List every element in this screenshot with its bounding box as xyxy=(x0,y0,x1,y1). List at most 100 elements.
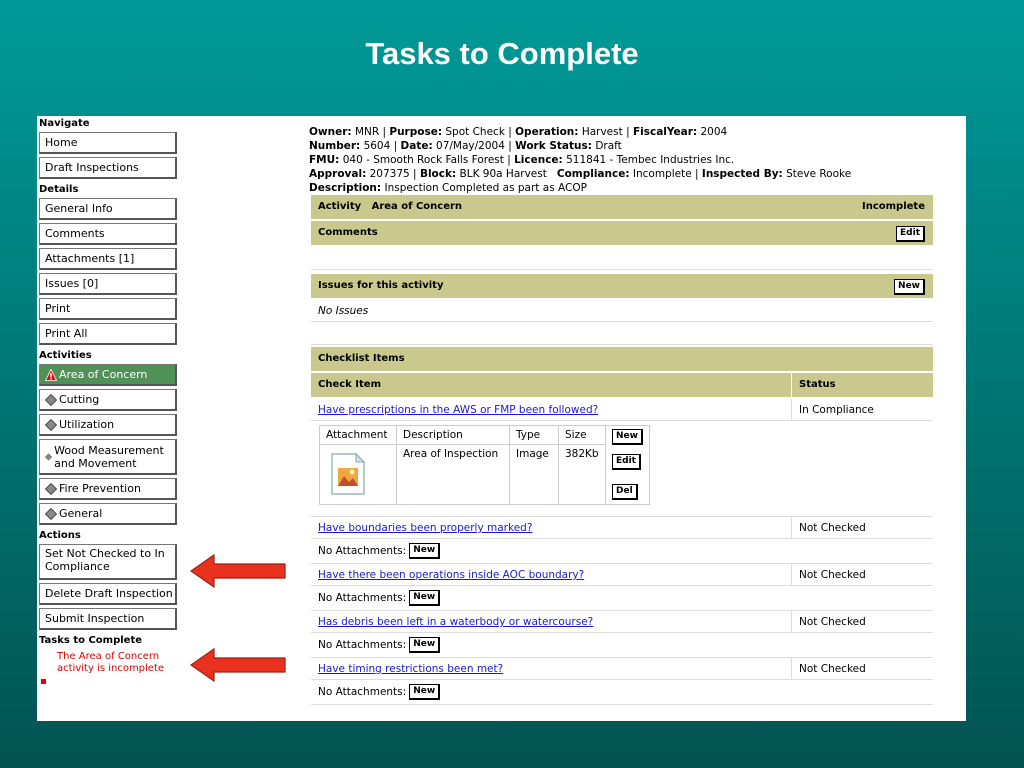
activity-cutting-button[interactable]: Cutting xyxy=(39,389,177,411)
block-value: BLK 90a Harvest xyxy=(459,168,547,180)
inspected-by-value: Steve Rooke xyxy=(786,168,852,180)
issues-new-button[interactable]: New xyxy=(894,279,925,295)
details-general-info-button[interactable]: General Info xyxy=(39,198,177,220)
left-arrow-icon xyxy=(190,648,286,682)
set-not-checked-to-in-compliance-button[interactable]: Set Not Checked to In Compliance xyxy=(39,544,177,580)
activity-label: Area of Concern xyxy=(59,367,148,381)
issues-spacer xyxy=(311,322,933,345)
details-comments-button[interactable]: Comments xyxy=(39,223,177,245)
navigate-heading: Navigate xyxy=(39,118,90,129)
description-header: Description xyxy=(396,425,510,445)
activity-status: Incomplete xyxy=(862,201,925,212)
activity-fire-prevention-button[interactable]: Fire Prevention xyxy=(39,478,177,500)
fiscal-year-value: 2004 xyxy=(700,126,728,138)
check-item-status: Not Checked xyxy=(799,663,866,675)
activity-wood-measurement-button[interactable]: Wood Measurement and Movement xyxy=(39,439,177,475)
purpose-value: Spot Check xyxy=(445,126,505,138)
diamond-icon xyxy=(45,482,57,495)
checklist-row: Have prescriptions in the AWS or FMP bee… xyxy=(311,399,933,421)
delete-draft-inspection-button[interactable]: Delete Draft Inspection xyxy=(39,583,177,605)
comments-edit-button[interactable]: Edit xyxy=(896,226,925,242)
attachment-header: Attachment xyxy=(319,425,397,445)
check-item-link[interactable]: Have timing restrictions been met? xyxy=(318,663,503,675)
number-value: 5604 xyxy=(363,140,391,152)
add-attachment-button[interactable]: New xyxy=(409,543,441,559)
licence-value: 511841 - Tembec Industries Inc. xyxy=(566,154,735,166)
tasks-heading: Tasks to Complete xyxy=(39,635,143,646)
check-item-link[interactable]: Have boundaries been properly marked? xyxy=(318,522,532,534)
nav-home-button[interactable]: Home xyxy=(39,132,177,154)
fmu-value: 040 - Smooth Rock Falls Forest xyxy=(342,154,504,166)
comments-bar: Comments Edit xyxy=(311,221,933,245)
issues-bar: Issues for this activity New xyxy=(311,274,933,298)
no-attachments-row: No Attachments: New xyxy=(311,539,933,564)
activity-utilization-button[interactable]: Utilization xyxy=(39,414,177,436)
diamond-icon xyxy=(45,507,57,520)
date-value: 07/May/2004 xyxy=(436,140,505,152)
diamond-icon xyxy=(45,418,57,431)
tasks-list: The Area of Concern activity is incomple… xyxy=(37,651,177,684)
info-line-1: Owner: MNR | Purpose: Spot Check | Opera… xyxy=(309,126,728,138)
check-item-header: Check Item xyxy=(311,373,792,397)
activity-area-of-concern-button[interactable]: Area of Concern xyxy=(39,364,177,386)
checklist-row: Have there been operations inside AOC bo… xyxy=(311,564,933,586)
image-file-icon[interactable] xyxy=(330,452,366,496)
type-header: Type xyxy=(509,425,559,445)
add-attachment-button[interactable]: New xyxy=(409,590,441,606)
diamond-icon xyxy=(45,452,53,461)
activity-name: Area of Concern xyxy=(371,201,463,212)
attachment-edit-button[interactable]: Edit xyxy=(612,454,641,470)
task-item: The Area of Concern activity is incomple… xyxy=(37,651,167,684)
check-item-link[interactable]: Have prescriptions in the AWS or FMP bee… xyxy=(318,404,598,416)
main-panel: Activity Area of Concern Incomplete Comm… xyxy=(311,195,933,705)
add-attachment-button[interactable]: New xyxy=(409,637,441,653)
attachment-delete-button[interactable]: Del xyxy=(612,484,638,500)
warning-icon xyxy=(45,368,57,381)
details-attachments-button[interactable]: Attachments [1] xyxy=(39,248,177,270)
info-line-3: FMU: 040 - Smooth Rock Falls Forest | Li… xyxy=(309,154,735,166)
activity-label: Cutting xyxy=(59,392,100,406)
owner-value: MNR xyxy=(354,126,380,138)
info-line-4: Approval: 207375 | Block: BLK 90a Harves… xyxy=(309,168,852,180)
attachment-panel: Attachment Description Type Size New Edi… xyxy=(311,421,933,517)
operation-value: Harvest xyxy=(581,126,623,138)
check-item-link[interactable]: Has debris been left in a waterbody or w… xyxy=(318,616,593,628)
check-item-status: In Compliance xyxy=(799,404,874,416)
activity-bar: Activity Area of Concern Incomplete xyxy=(311,195,933,219)
check-item-link[interactable]: Have there been operations inside AOC bo… xyxy=(318,569,584,581)
no-attachments-row: No Attachments: New xyxy=(311,586,933,611)
activity-label: Fire Prevention xyxy=(59,481,141,495)
compliance-value: Incomplete xyxy=(632,168,692,180)
check-item-status: Not Checked xyxy=(799,569,866,581)
nav-draft-inspections-button[interactable]: Draft Inspections xyxy=(39,157,177,179)
slide-title: Tasks to Complete xyxy=(365,36,639,71)
checklist-row: Has debris been left in a waterbody or w… xyxy=(311,611,933,633)
no-issues-row: No Issues xyxy=(311,300,933,322)
attachment-new-button[interactable]: New xyxy=(612,429,643,445)
status-header: Status xyxy=(799,379,836,390)
inspection-info: Owner: MNR | Purpose: Spot Check | Opera… xyxy=(309,125,949,195)
app-screenshot: Navigate Home Draft Inspections Details … xyxy=(37,116,966,721)
comments-empty-row xyxy=(311,247,933,270)
diamond-icon xyxy=(45,393,57,406)
details-heading: Details xyxy=(39,184,79,195)
no-attachments-row: No Attachments: New xyxy=(311,680,933,705)
attachment-description: Area of Inspection xyxy=(396,444,510,505)
activity-label: Utilization xyxy=(59,417,115,431)
info-line-5: Description: Inspection Completed as par… xyxy=(309,182,587,194)
details-print-all-button[interactable]: Print All xyxy=(39,323,177,345)
description-value: Inspection Completed as part as ACOP xyxy=(384,182,587,194)
sidebar: Navigate Home Draft Inspections Details … xyxy=(37,116,177,684)
activity-general-button[interactable]: General xyxy=(39,503,177,525)
left-arrow-icon xyxy=(190,554,286,588)
checklist-row: Have timing restrictions been met? Not C… xyxy=(311,658,933,680)
checklist-row: Have boundaries been properly marked? No… xyxy=(311,517,933,539)
details-issues-button[interactable]: Issues [0] xyxy=(39,273,177,295)
work-status-value: Draft xyxy=(595,140,622,152)
activity-label: Wood Measurement and Movement xyxy=(54,443,164,470)
details-print-button[interactable]: Print xyxy=(39,298,177,320)
add-attachment-button[interactable]: New xyxy=(409,684,441,700)
actions-heading: Actions xyxy=(39,530,81,541)
checklist-title-bar: Checklist Items xyxy=(311,347,933,371)
submit-inspection-button[interactable]: Submit Inspection xyxy=(39,608,177,630)
